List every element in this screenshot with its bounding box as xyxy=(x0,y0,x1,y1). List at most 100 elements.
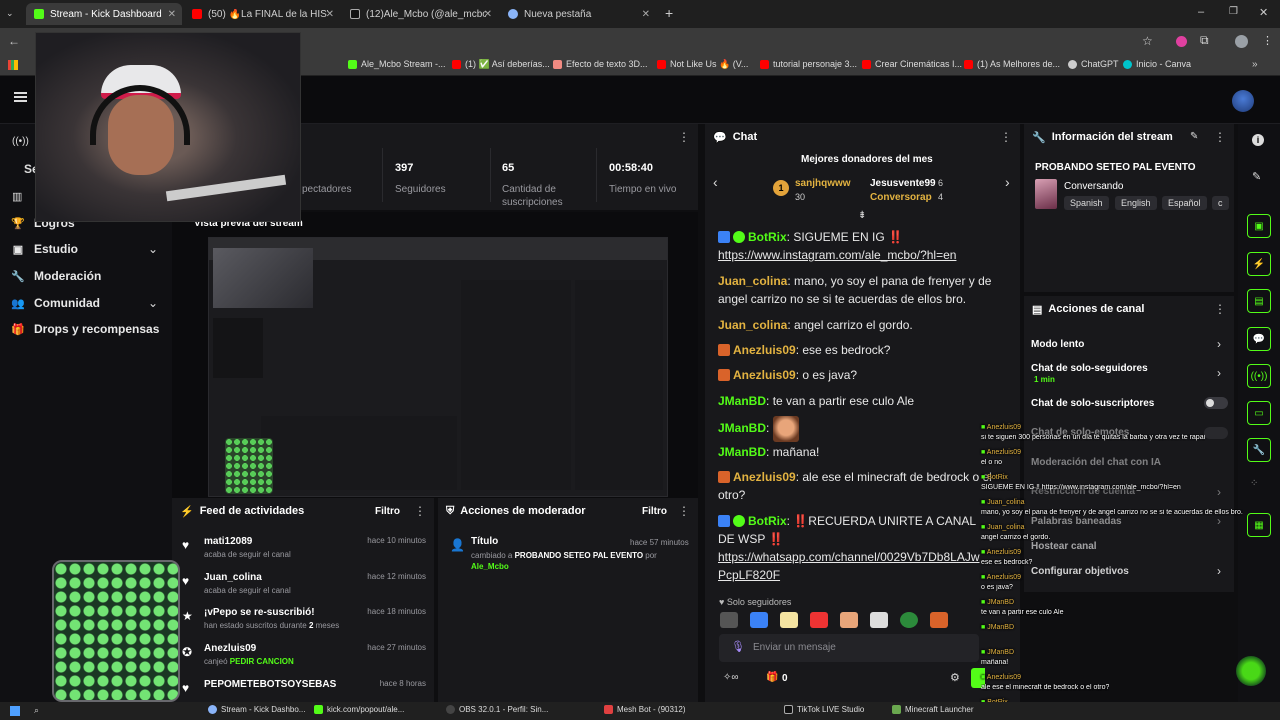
tag-chip[interactable]: Spanish xyxy=(1064,196,1109,210)
donor-name[interactable]: sanjhqwww xyxy=(795,178,851,189)
close-tab-icon[interactable]: ✕ xyxy=(484,9,492,20)
taskbar-item[interactable]: Minecraft Launcher xyxy=(892,705,973,714)
extensions-puzzle-icon[interactable]: ⧉ xyxy=(1200,33,1209,48)
preview-video[interactable] xyxy=(208,237,668,497)
tag-chip[interactable]: English xyxy=(1115,196,1157,210)
microphone-icon[interactable]: 🎙 xyxy=(731,640,745,653)
film-icon[interactable]: ▦ xyxy=(1247,513,1271,537)
chat-username[interactable]: Juan_colina xyxy=(718,274,787,288)
emote-icon[interactable] xyxy=(930,612,948,628)
extension-icon[interactable] xyxy=(1176,36,1187,47)
feed-user[interactable]: mati12089 xyxy=(204,536,252,547)
more-options-icon[interactable]: ⋮ xyxy=(414,504,426,518)
chat-link[interactable]: https://www.instagram.com/ale_mcbo/?hl=e… xyxy=(718,248,956,262)
next-donors-icon[interactable]: › xyxy=(1005,174,1010,190)
feed-user[interactable]: PEPOMETEBOTSOYSEBAS xyxy=(204,679,336,690)
action-banned-words[interactable]: Palabras baneadas xyxy=(1031,516,1122,527)
chat-username[interactable]: BotRix xyxy=(748,514,787,528)
wrench-icon[interactable]: 🔧 xyxy=(1247,438,1271,462)
chat-username[interactable]: Anezluis09 xyxy=(733,368,796,382)
tag-chip[interactable]: c xyxy=(1212,196,1229,210)
bookmark-item[interactable]: ChatGPT xyxy=(1068,59,1119,69)
chat-link[interactable]: https://whatsapp.com/channel/0029Vb7Db8L… xyxy=(718,550,980,582)
restore-button[interactable]: ❐ xyxy=(1229,6,1238,17)
taskbar-item[interactable]: OBS 32.0.1 - Perfil: Sin... xyxy=(446,705,548,714)
prev-donors-icon[interactable]: ‹ xyxy=(713,174,718,190)
emote-icon[interactable] xyxy=(810,612,828,628)
apps-grid-icon[interactable] xyxy=(8,60,18,70)
emote-icon[interactable] xyxy=(720,612,738,628)
more-dots-icon[interactable]: ⁘ xyxy=(1250,478,1258,489)
start-icon[interactable] xyxy=(10,706,20,716)
chevron-down-icon[interactable]: ⌄ xyxy=(148,242,158,256)
edit-pencil-icon[interactable]: ✎ xyxy=(1190,131,1198,142)
donor-name[interactable]: Conversorap xyxy=(870,192,932,203)
info-icon[interactable]: i xyxy=(1252,134,1264,146)
taskbar-item[interactable]: Stream - Kick Dashbo... xyxy=(208,705,305,714)
sidebar-item-comunidad[interactable]: 👥 Comunidad xyxy=(11,296,100,310)
more-bookmarks-icon[interactable]: » xyxy=(1252,59,1258,70)
action-followers-only[interactable]: Chat de solo-seguidores xyxy=(1031,363,1148,374)
tab-list-button[interactable]: ⌄ xyxy=(6,8,14,19)
browser-menu-icon[interactable]: ⋮ xyxy=(1262,34,1273,47)
taskbar-item[interactable]: kick.com/popout/ale... xyxy=(314,705,404,714)
close-window-button[interactable]: ✕ xyxy=(1259,6,1268,19)
filter-button[interactable]: Filtro xyxy=(375,506,400,517)
bookmark-item[interactable]: Ale_Mcbo Stream -... xyxy=(348,59,446,69)
minimize-button[interactable]: – xyxy=(1198,6,1204,18)
more-options-icon[interactable]: ⋮ xyxy=(678,504,690,518)
chat-username[interactable]: Anezluis09 xyxy=(733,343,796,357)
bookmark-item[interactable]: Inicio - Canva xyxy=(1123,59,1191,69)
emote-icon[interactable] xyxy=(840,612,858,628)
sidebar-item-estudio[interactable]: ▣ Estudio xyxy=(12,242,162,256)
chevron-right-icon[interactable]: › xyxy=(1217,337,1221,351)
emote-icon[interactable] xyxy=(780,612,798,628)
emotes-only-toggle[interactable] xyxy=(1204,427,1228,439)
bookmark-item[interactable]: (1) As Melhores de... xyxy=(964,59,1060,69)
bookmark-item[interactable]: Not Like Us 🔥 (V... xyxy=(657,59,748,70)
subs-only-toggle[interactable] xyxy=(1204,397,1228,409)
tag-chip[interactable]: Español xyxy=(1162,196,1207,210)
chevron-right-icon[interactable]: › xyxy=(1217,514,1221,528)
browser-tab-newtab[interactable]: Nueva pestaña ✕ xyxy=(500,3,656,25)
pinned-toggle-icon[interactable]: ⇟ xyxy=(858,210,866,221)
close-tab-icon[interactable]: ✕ xyxy=(168,9,176,20)
emote-icon[interactable] xyxy=(750,612,768,628)
bookmark-item[interactable]: Efecto de texto 3D... xyxy=(553,59,648,69)
bookmark-star-icon[interactable]: ☆ xyxy=(1142,34,1153,48)
donor-name[interactable]: Jesusvente99 xyxy=(870,178,936,189)
mod-action-user[interactable]: Ale_Mcbo xyxy=(471,562,509,571)
bookmark-item[interactable]: Crear Cinemáticas I... xyxy=(862,59,962,69)
more-options-icon[interactable]: ⋮ xyxy=(1000,130,1012,144)
chevron-right-icon[interactable]: › xyxy=(1217,564,1221,578)
chat-username[interactable]: Anezluis09 xyxy=(733,470,796,484)
bolt-icon[interactable]: ⚡ xyxy=(1247,252,1271,276)
close-tab-icon[interactable]: ✕ xyxy=(326,9,334,20)
window-icon[interactable]: ▭ xyxy=(1247,401,1271,425)
new-tab-button[interactable]: + xyxy=(665,5,673,21)
more-options-icon[interactable]: ⋮ xyxy=(678,130,690,144)
bookmark-item[interactable]: (1) ✅ Así deberías... xyxy=(452,59,550,70)
scan-icon[interactable]: ▣ xyxy=(1247,214,1271,238)
chevron-down-icon[interactable]: ⌄ xyxy=(148,296,158,310)
chat-icon[interactable]: 💬 xyxy=(1247,327,1271,351)
bookmark-item[interactable]: tutorial personaje 3... xyxy=(760,59,857,69)
browser-tab-tiktok[interactable]: (12)Ale_Mcbo (@ale_mcbo) | Ti ✕ xyxy=(342,3,498,25)
chat-settings-icon[interactable]: ⚙ xyxy=(950,671,960,684)
browser-tab-kick[interactable]: Stream - Kick Dashboard ✕ xyxy=(26,3,182,25)
profile-avatar-icon[interactable] xyxy=(1235,35,1248,48)
broadcast-icon[interactable]: ((•)) xyxy=(1247,364,1271,388)
chevron-right-icon[interactable]: › xyxy=(1217,485,1221,499)
chat-input[interactable]: 🎙 Enviar un mensaje xyxy=(719,634,979,662)
taskbar-item[interactable]: TikTok LIVE Studio xyxy=(784,705,864,714)
action-subs-only[interactable]: Chat de solo-suscriptores xyxy=(1031,398,1154,409)
chat-username[interactable]: Juan_colina xyxy=(718,318,787,332)
sidebar-item-moderacion[interactable]: 🔧 Moderación xyxy=(11,269,101,283)
search-icon[interactable]: ⌕ xyxy=(34,705,39,716)
chat-username[interactable]: JManBD xyxy=(718,421,766,435)
hamburger-menu-icon[interactable] xyxy=(14,92,27,102)
action-goals[interactable]: Configurar objetivos xyxy=(1031,566,1129,577)
user-avatar[interactable] xyxy=(1232,90,1254,112)
action-host-channel[interactable]: Hostear canal xyxy=(1031,541,1097,552)
emote-icon[interactable] xyxy=(900,612,918,628)
